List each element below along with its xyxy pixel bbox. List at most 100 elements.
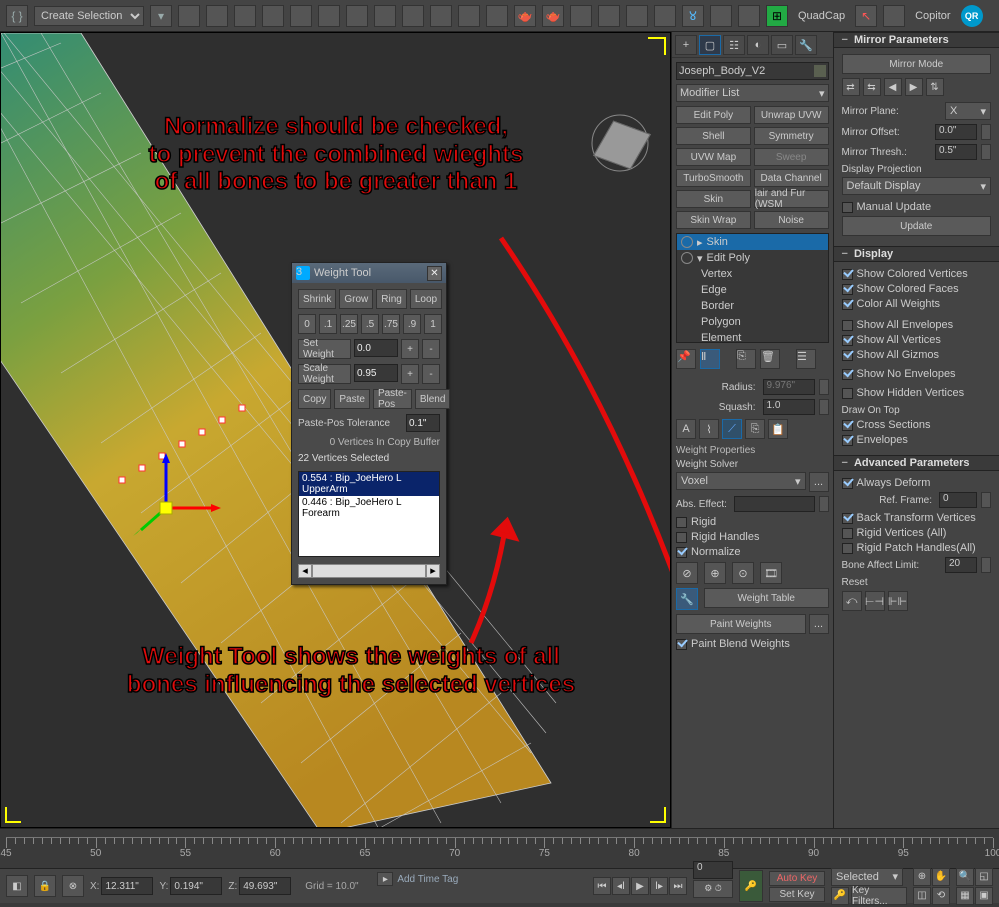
spinner-icon[interactable] [981,557,991,573]
teapot-icon[interactable]: 🫖 [514,5,536,27]
select-excl-icon[interactable]: ⊙ [732,562,754,584]
next-frame-icon[interactable]: Ⅰ▸ [650,877,668,895]
mod-turbosmooth[interactable]: TurboSmooth [676,169,751,187]
visibility-icon[interactable] [681,252,693,264]
mod-noise[interactable]: Noise [754,211,829,229]
envelope-icon[interactable]: ⌇ [699,419,719,439]
weight-tool-dialog[interactable]: 3 Weight Tool ✕ Shrink Grow Ring Loop 0 … [291,262,447,585]
display-projection-dropdown[interactable]: Default Display▾ [842,177,992,195]
spinner-icon[interactable] [981,492,991,508]
spinner-icon[interactable] [819,496,829,512]
ref-frame-input[interactable]: 0 [939,492,977,508]
reset-sel-bone-icon[interactable]: ⊢⊣ [865,591,885,611]
stack-vertex[interactable]: Vertex [677,266,828,282]
grow-button[interactable]: Grow [339,289,373,309]
shrink-button[interactable]: Shrink [298,289,336,309]
object-name-field[interactable]: Joseph_Body_V2 [676,62,829,80]
key-mode-dropdown[interactable]: Selected▾ [831,868,903,886]
weight-plus-button[interactable]: + [401,339,419,359]
modifier-stack[interactable]: ▸Skin ▾Edit Poly Vertex Edge Border Poly… [676,233,829,343]
loop-button[interactable]: Loop [410,289,442,309]
spinner-icon[interactable] [819,399,829,415]
toolbar-icon-18[interactable] [654,5,676,27]
make-unique-icon[interactable]: ⎘ [736,349,756,369]
bone-weight-list[interactable]: 0.554 : Bip_JoeHero L UpperArm 0.446 : B… [298,471,440,557]
lock-selection-icon[interactable]: 🔒 [34,875,56,897]
mod-skin-wrap[interactable]: Skin Wrap [676,211,751,229]
stack-element[interactable]: Element [677,330,828,343]
spinner-icon[interactable] [981,144,991,160]
visibility-icon[interactable] [681,236,693,248]
weight-minus-button[interactable]: - [422,339,440,359]
mod-skin[interactable]: Skin [676,190,751,208]
selection-set-dropdown[interactable]: Create Selection Se [34,6,144,26]
biped-icon[interactable]: 𑀫 [682,5,704,27]
set-weight-button[interactable]: Set Weight [298,339,351,359]
quadcap-label[interactable]: QuadCap [794,10,849,22]
show-colored-vertices-checkbox[interactable]: Show Colored Vertices [842,268,992,280]
configure-sets-icon[interactable]: ☰ [796,349,816,369]
toolbar-icon-10[interactable] [430,5,452,27]
x-coord-input[interactable]: 12.311" [101,877,153,895]
nav-icon-4[interactable]: ⟲ [932,887,950,905]
show-hidden-vertices-checkbox[interactable]: Show Hidden Vertices [842,387,992,399]
mirror-offset-input[interactable]: 0.0" [935,124,977,140]
play-icon[interactable]: ▶ [631,877,649,895]
paint-blend-checkbox[interactable]: Paint Blend Weights [676,638,829,650]
nav-icon-7[interactable]: ▦ [956,887,974,905]
preset-25[interactable]: .25 [340,314,358,334]
reset-sel-verts-icon[interactable]: ⤺ [842,591,862,611]
include-verts-icon[interactable]: ⊕ [704,562,726,584]
teapot-icon-2[interactable]: 🫖 [542,5,564,27]
mirror-vert-icon[interactable]: ⇅ [926,78,944,96]
toolbar-icon-3[interactable] [234,5,256,27]
mod-uvw-map[interactable]: UVW Map [676,148,751,166]
timeline[interactable]: 4550556065707580859095100 [0,828,999,868]
paste-pos-tolerance-input[interactable] [406,414,440,432]
mirror-paste-blue-green-icon[interactable]: ⇆ [863,78,881,96]
stack-border[interactable]: Border [677,298,828,314]
bone-list-scrollbar[interactable]: ◂▸ [298,562,440,578]
set-key-big-icon[interactable]: 🔑 [739,870,763,902]
time-tag-icon[interactable]: ▸ [377,872,393,886]
preset-9[interactable]: .9 [403,314,421,334]
dropdown-toggle-icon[interactable]: ▾ [150,5,172,27]
envelopes-checkbox[interactable]: Envelopes [842,434,992,446]
display-tab[interactable]: ▭ [771,35,793,55]
bake-verts-icon[interactable]: 🎞 [760,562,782,584]
coord-mode-icon[interactable]: ⊗ [62,875,84,897]
toolbar-icon-16[interactable] [598,5,620,27]
toolbar-icon-12[interactable] [486,5,508,27]
viewport[interactable]: Normalize should be checked,to prevent t… [0,32,671,828]
key-filters-button[interactable]: Key Filters... [851,887,907,905]
rigid-patch-handles-checkbox[interactable]: Rigid Patch Handles(All) [842,542,992,554]
scale-minus-button[interactable]: - [422,364,440,384]
stack-edge[interactable]: Edge [677,282,828,298]
prev-frame-icon[interactable]: ◂Ⅰ [612,877,630,895]
nav-icon-6[interactable]: ◱ [975,868,993,886]
create-tab[interactable]: + [675,35,697,55]
color-all-weights-checkbox[interactable]: Color All Weights [842,298,992,310]
current-frame-input[interactable]: 0 [693,861,733,879]
show-colored-faces-checkbox[interactable]: Show Colored Faces [842,283,992,295]
weight-solver-dropdown[interactable]: Voxel▾ [676,472,806,490]
toolbar-icon-17[interactable] [626,5,648,27]
pin-stack-icon[interactable]: 📌 [676,349,696,369]
modifier-list-dropdown[interactable]: Modifier List▾ [676,84,829,102]
scale-plus-button[interactable]: + [401,364,419,384]
show-end-result-icon[interactable]: Ⅱ [700,349,720,369]
paste-pos-button[interactable]: Paste-Pos [373,389,412,409]
weight-tool-titlebar[interactable]: 3 Weight Tool ✕ [292,263,446,283]
display-header[interactable]: Display [834,246,999,262]
scale-weight-button[interactable]: Scale Weight [298,364,351,384]
show-all-gizmos-checkbox[interactable]: Show All Gizmos [842,349,992,361]
mod-hair-fur[interactable]: lair and Fur (WSM [754,190,829,208]
cursor-icon[interactable]: ↖ [855,5,877,27]
bone-affect-limit-input[interactable]: 20 [945,557,977,573]
stack-polygon[interactable]: Polygon [677,314,828,330]
always-deform-checkbox[interactable]: Always Deform [842,477,992,489]
set-key-button[interactable]: Set Key [769,887,825,902]
time-config-icon[interactable]: ⚙ ⏱ [693,880,733,898]
bone-weight-item[interactable]: 0.446 : Bip_JoeHero L Forearm [299,496,439,520]
cross-sections-checkbox[interactable]: Cross Sections [842,419,992,431]
